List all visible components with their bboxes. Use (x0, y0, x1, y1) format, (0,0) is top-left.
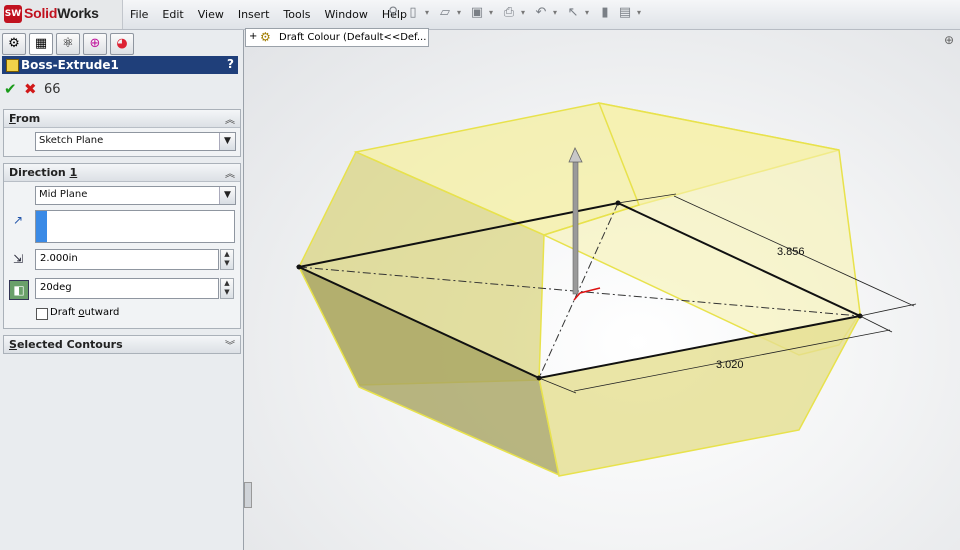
menu-insert[interactable]: Insert (238, 8, 270, 21)
select-icon[interactable]: ↖ (565, 5, 581, 21)
direction1-title: Direction 1 (9, 166, 78, 179)
extrude-arrow-shaft (572, 161, 579, 295)
print-dropdown[interactable]: ▾ (521, 5, 527, 21)
selected-contours-title: Selected Contours (9, 338, 123, 351)
title-toolbar: SW SolidWorks File Edit View Insert Tool… (0, 0, 960, 30)
draft-outward-checkbox[interactable] (36, 308, 48, 320)
menu-tools[interactable]: Tools (283, 8, 310, 21)
dim-a-label[interactable]: 3.856 (777, 246, 805, 258)
dim-a-ext2 (859, 303, 917, 317)
extrude-preview-model[interactable]: 3.856 3.020 (244, 30, 960, 550)
chevron-down-icon[interactable]: ▼ (219, 133, 235, 150)
new-icon[interactable]: ▯ (405, 5, 421, 21)
options-dropdown[interactable]: ▾ (637, 5, 643, 21)
undo-dropdown[interactable]: ▾ (553, 5, 559, 21)
from-select[interactable]: Sketch Plane ▼ (35, 132, 236, 151)
cancel-button[interactable]: ✖ (24, 80, 44, 98)
menu-file[interactable]: File (130, 8, 148, 21)
draft-angle-spinner[interactable]: ▲ ▼ (220, 278, 234, 299)
menu-edit[interactable]: Edit (162, 8, 183, 21)
extrude-feature-icon (6, 59, 19, 72)
selection-focus-bar (36, 211, 47, 242)
collapse-up-icon[interactable]: ︽ (225, 165, 235, 180)
property-manager-icon[interactable]: ▦ (29, 33, 53, 55)
flyout-feature-tree[interactable]: + ⚙ Draft Colour (Default<<Def... (245, 28, 429, 47)
print-icon[interactable]: ⎙ (501, 5, 517, 21)
ok-cancel-row: ✔ ✖ 66 (4, 80, 61, 98)
end-condition-value: Mid Plane (39, 189, 88, 200)
chevron-down-icon[interactable]: ▼ (219, 187, 235, 204)
collapse-up-icon[interactable]: ︽ (225, 111, 235, 126)
dim-b-label[interactable]: 3.020 (716, 359, 744, 371)
front-right-face (538, 314, 862, 477)
property-manager: ⚙ ▦ ⚛ ⊕ ◕ Boss-Extrude1 ? ✔ ✖ 66 From ︽ … (0, 30, 244, 550)
depth-input[interactable]: 2.000in (35, 249, 219, 270)
open-dropdown[interactable]: ▾ (457, 5, 463, 21)
selected-contours-group: Selected Contours ︾ (3, 335, 241, 354)
display-manager-icon[interactable]: ◕ (110, 33, 134, 55)
undo-icon[interactable]: ↶ (533, 5, 549, 21)
from-value: Sketch Plane (39, 135, 104, 146)
feature-title: Boss-Extrude1 (21, 58, 119, 72)
new-dropdown[interactable]: ▾ (425, 5, 431, 21)
from-title: From (9, 112, 41, 125)
save-icon[interactable]: ▣ (469, 5, 485, 21)
draft-outward-label: Draft outward (50, 307, 120, 318)
menu-view[interactable]: View (198, 8, 224, 21)
pin-icon[interactable]: ⚲ (385, 5, 401, 21)
menu-bar: File Edit View Insert Tools Window Help (130, 8, 421, 21)
depth-icon: ⇲ (12, 252, 24, 266)
direction-arrow-icon[interactable]: ↗ (9, 211, 27, 229)
feature-manager-icon[interactable]: ⚙ (2, 33, 26, 55)
quick-access-toolbar: ⚲ ▯ ▾ ▱ ▾ ▣ ▾ ⎙ ▾ ↶ ▾ ↖ ▾ ▮ ▤ ▾ (385, 5, 649, 21)
ok-button[interactable]: ✔ (4, 80, 24, 98)
part-icon: ⚙ (260, 30, 271, 44)
draft-angle-value: 20deg (40, 282, 72, 293)
direction1-group-header[interactable]: Direction 1 ︽ (4, 164, 240, 182)
depth-spinner[interactable]: ▲ ▼ (220, 249, 234, 270)
direction-selection-box[interactable] (35, 210, 235, 243)
selected-contours-header[interactable]: Selected Contours ︾ (4, 336, 240, 353)
from-group: From ︽ Sketch Plane ▼ (3, 109, 241, 157)
rebuild-icon[interactable]: ▮ (597, 5, 613, 21)
manager-tabs: ⚙ ▦ ⚛ ⊕ ◕ (2, 33, 137, 55)
select-dropdown[interactable]: ▾ (585, 5, 591, 21)
expand-down-icon[interactable]: ︾ (225, 337, 235, 352)
from-group-header[interactable]: From ︽ (4, 110, 240, 128)
tree-item-label: Draft Colour (Default<<Def... (279, 32, 427, 43)
graphics-area[interactable]: 3.856 3.020 + ⚙ Draft Colour (Default<<D… (244, 28, 960, 550)
dim-b-ext2 (859, 315, 893, 333)
solidworks-badge: SW (4, 5, 22, 23)
draft-toggle-icon[interactable]: ◧ (9, 280, 29, 300)
expand-icon[interactable]: + (249, 31, 257, 42)
draft-angle-input[interactable]: 20deg (35, 278, 219, 299)
brand-text: SolidWorks (24, 5, 99, 21)
end-condition-select[interactable]: Mid Plane ▼ (35, 186, 236, 205)
open-icon[interactable]: ▱ (437, 5, 453, 21)
zoom-icon[interactable]: ⊕ (944, 33, 954, 47)
feature-title-bar: Boss-Extrude1 ? (2, 56, 238, 74)
dim-xpert-icon[interactable]: ⊕ (83, 33, 107, 55)
app-logo[interactable]: SW SolidWorks (0, 0, 123, 29)
menu-window[interactable]: Window (325, 8, 368, 21)
direction1-group: Direction 1 ︽ Mid Plane ▼ ↗ ⇲ 2.000in ▲ ▼… (3, 163, 241, 329)
save-dropdown[interactable]: ▾ (489, 5, 495, 21)
options-icon[interactable]: ▤ (617, 5, 633, 21)
depth-value: 2.000in (40, 253, 78, 264)
detailed-preview-icon[interactable]: 66 (44, 82, 61, 97)
panel-splitter-handle[interactable] (244, 482, 252, 508)
help-icon[interactable]: ? (227, 57, 234, 71)
configuration-manager-icon[interactable]: ⚛ (56, 33, 80, 55)
sketch-vertex (296, 264, 302, 270)
